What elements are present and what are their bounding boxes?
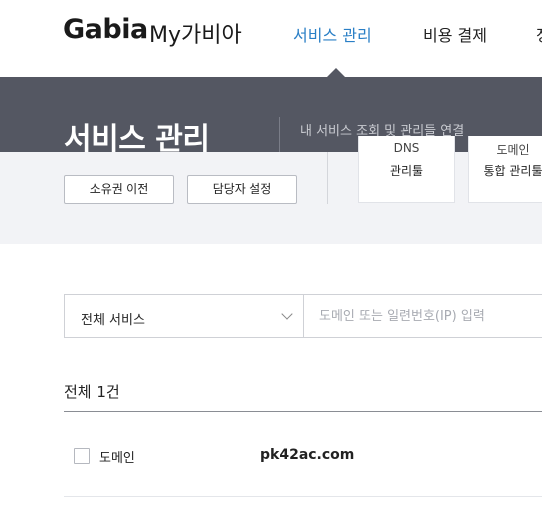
result-count: 전체 1건 [64,383,120,401]
top-navigation: Gabia My가비아 서비스 관리 비용 결제 정 [0,0,542,77]
nav-service-management[interactable]: 서비스 관리 [293,22,372,46]
my-gabia-label[interactable]: My가비아 [149,17,242,49]
dns-card-line2: 관리툴 [389,164,424,178]
chevron-down-icon [281,308,293,320]
title-divider [279,117,280,152]
dns-card-line1: DNS [393,141,420,155]
domain-card-line1: 도메인 [496,143,530,157]
nav-billing-payment[interactable]: 비용 결제 [423,22,487,46]
row-service-type: 도메인 [99,451,135,466]
gabia-logo[interactable]: Gabia [63,14,148,45]
transfer-ownership-button[interactable]: 소유권 이전 [64,175,174,204]
list-header-divider [64,411,542,412]
active-nav-caret [327,68,345,77]
domain-card-line2: 통합 관리툴 [483,164,542,178]
search-input[interactable] [303,294,542,338]
row-checkbox[interactable] [74,448,90,464]
service-select[interactable]: 전체 서비스 [64,294,304,338]
panel-divider [327,152,328,204]
service-select-value: 전체 서비스 [81,313,145,328]
nav-item-cut-off[interactable]: 정 [536,22,542,46]
row-domain-name[interactable]: pk42ac.com [260,447,354,463]
domain-tool-card[interactable]: 도메인 통합 관리툴 [468,136,542,203]
dns-tool-card[interactable]: DNS 관리툴 [358,136,455,203]
manager-settings-button[interactable]: 담당자 설정 [187,175,297,204]
row-divider [64,496,542,497]
